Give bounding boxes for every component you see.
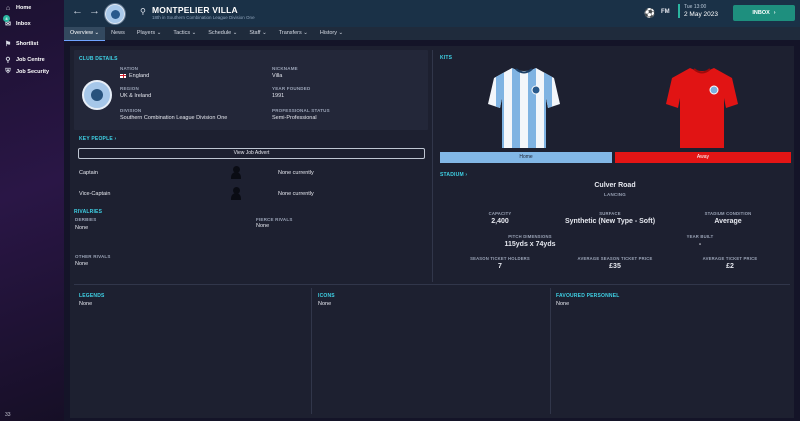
nav-tabs: Overview ⌄ News Players ⌄ Tactics ⌄ Sche… (64, 26, 800, 41)
home-icon: ⌂ (5, 4, 11, 12)
key-people-title[interactable]: KEY PEOPLE › (79, 136, 116, 142)
club-details-title: CLUB DETAILS (79, 56, 118, 62)
derbies-value: None (75, 225, 89, 231)
tab-schedule[interactable]: Schedule ⌄ (202, 27, 243, 40)
region-label: REGION (120, 86, 139, 91)
sidebar-item-label: Inbox (16, 21, 31, 27)
away-kit-button[interactable]: Away (615, 152, 791, 163)
club-details-panel: CLUB DETAILS NATION England REGION UK & … (74, 50, 428, 130)
surface-stat: SURFACE Synthetic (New Type - Soft) (564, 211, 656, 225)
continue-inbox-button[interactable]: INBOX › (733, 5, 795, 21)
nickname-label: NICKNAME (272, 66, 298, 71)
other-rivals-label: OTHER RIVALS (75, 254, 111, 259)
date-day: Tue 13:00 (684, 4, 707, 10)
main-panel: CLUB DETAILS NATION England REGION UK & … (70, 46, 794, 418)
fm-logo[interactable]: FM (661, 9, 670, 15)
home-kit-shirt[interactable] (488, 64, 560, 150)
region-value: UK & Ireland (120, 93, 152, 99)
section-divider (74, 284, 790, 285)
tab-staff[interactable]: Staff ⌄ (243, 27, 272, 40)
tab-players[interactable]: Players ⌄ (131, 27, 167, 40)
avg-season-ticket-stat: AVERAGE SEASON TICKET PRICE £35 (577, 256, 653, 270)
inbox-count-badge: 4 (3, 15, 10, 22)
england-flag-icon (120, 73, 126, 78)
captain-value: None currently (278, 170, 314, 176)
legends-value: None (79, 301, 93, 307)
stadium-location: LANCING (604, 192, 626, 197)
favoured-personnel-title: FAVOURED PERSONNEL (556, 293, 620, 299)
fierce-rivals-value: None (256, 223, 270, 229)
favoured-personnel-value: None (556, 301, 570, 307)
founded-value: 1991 (272, 93, 285, 99)
home-kit-button[interactable]: Home (440, 152, 612, 163)
captain-label: Captain (79, 170, 98, 176)
top-header: ← → ⚲ MONTPELIER VILLA 18th in Southern … (64, 0, 800, 27)
rivalries-title: RIVALRIES (74, 209, 103, 215)
tab-history[interactable]: History ⌄ (314, 27, 349, 40)
tab-news[interactable]: News (105, 27, 131, 40)
column-divider (432, 50, 433, 282)
founded-label: YEAR FOUNDED (272, 86, 311, 91)
sidebar: ⌂ Home ✉ Inbox 4 ⚑ Shortlist ⚲ Job Centr… (0, 0, 64, 421)
pitch-dimensions-stat: PITCH DIMENSIONS 115yds x 74yds (504, 234, 556, 248)
tab-overview[interactable]: Overview ⌄ (64, 26, 106, 41)
stadium-condition-stat: STADIUM CONDITION Average (704, 211, 752, 225)
tab-tactics[interactable]: Tactics ⌄ (167, 27, 202, 40)
inbox-button-label: INBOX (752, 10, 770, 16)
sidebar-counter: 33 (5, 412, 11, 418)
view-job-advert-button[interactable]: View Job Advert (78, 148, 425, 159)
avg-ticket-price-stat: AVERAGE TICKET PRICE £2 (702, 256, 758, 270)
season-ticket-holders-stat: SEASON TICKET HOLDERS 7 (470, 256, 530, 270)
tab-transfers[interactable]: Transfers ⌄ (273, 27, 314, 40)
date-display[interactable]: Tue 13:00 2 May 2023 (678, 4, 718, 18)
forward-arrow-icon[interactable]: → (89, 5, 100, 17)
sidebar-item-label: Job Security (16, 69, 50, 75)
chevron-right-icon: › (773, 10, 776, 16)
vice-captain-avatar (231, 187, 241, 201)
vice-captain-label: Vice-Captain (79, 191, 111, 197)
status-value: Semi-Professional (272, 115, 317, 121)
icons-value: None (318, 301, 332, 307)
sidebar-item-home[interactable]: ⌂ Home (4, 4, 31, 12)
other-rivals-value: None (75, 261, 89, 267)
shortlist-icon: ⚑ (4, 41, 12, 48)
captain-avatar (231, 166, 241, 180)
nation-label: NATION (120, 66, 139, 71)
away-kit-shirt[interactable] (666, 64, 738, 150)
club-name: MONTPELIER VILLA (152, 5, 238, 15)
club-crest-icon (82, 80, 112, 110)
kits-title: KITS (440, 55, 453, 61)
stadium-name: Culver Road (594, 182, 636, 189)
icons-title: ICONS (318, 293, 335, 299)
sidebar-item-job-security[interactable]: ⛨ Job Security (4, 68, 49, 76)
sidebar-item-label: Job Centre (16, 57, 45, 63)
club-league-position: 18th in Southern Combination League Divi… (152, 15, 255, 20)
bottom-divider-2 (550, 288, 551, 414)
legends-title: LEGENDS (79, 293, 105, 299)
vice-captain-value: None currently (278, 191, 314, 197)
fierce-rivals-label: FIERCE RIVALS (256, 217, 293, 222)
nation-value[interactable]: England (120, 73, 149, 79)
bottom-divider-1 (311, 288, 312, 414)
job-security-icon: ⛨ (5, 68, 11, 75)
division-label: DIVISION (120, 108, 142, 113)
club-badge-icon[interactable] (105, 4, 125, 24)
sidebar-item-job-centre[interactable]: ⚲ Job Centre (4, 56, 45, 64)
division-value[interactable]: Southern Combination League Division One (120, 115, 227, 121)
sidebar-item-label: Home (16, 5, 32, 11)
capacity-stat: CAPACITY 2,400 (488, 211, 512, 225)
football-icon[interactable]: ⚽ (644, 8, 655, 19)
stadium-title[interactable]: STADIUM › (440, 172, 467, 178)
sidebar-item-label: Shortlist (16, 41, 39, 47)
year-built-stat: YEAR BUILT - (686, 234, 714, 248)
date-date: 2 May 2023 (684, 11, 718, 18)
search-icon[interactable]: ⚲ (140, 7, 146, 16)
back-arrow-icon[interactable]: ← (72, 5, 83, 17)
derbies-label: DERBIES (75, 217, 97, 222)
nickname-value: Villa (272, 73, 283, 79)
sidebar-item-shortlist[interactable]: ⚑ Shortlist (4, 40, 38, 48)
job-centre-icon: ⚲ (5, 57, 11, 64)
status-label: PROFESSIONAL STATUS (272, 108, 330, 113)
